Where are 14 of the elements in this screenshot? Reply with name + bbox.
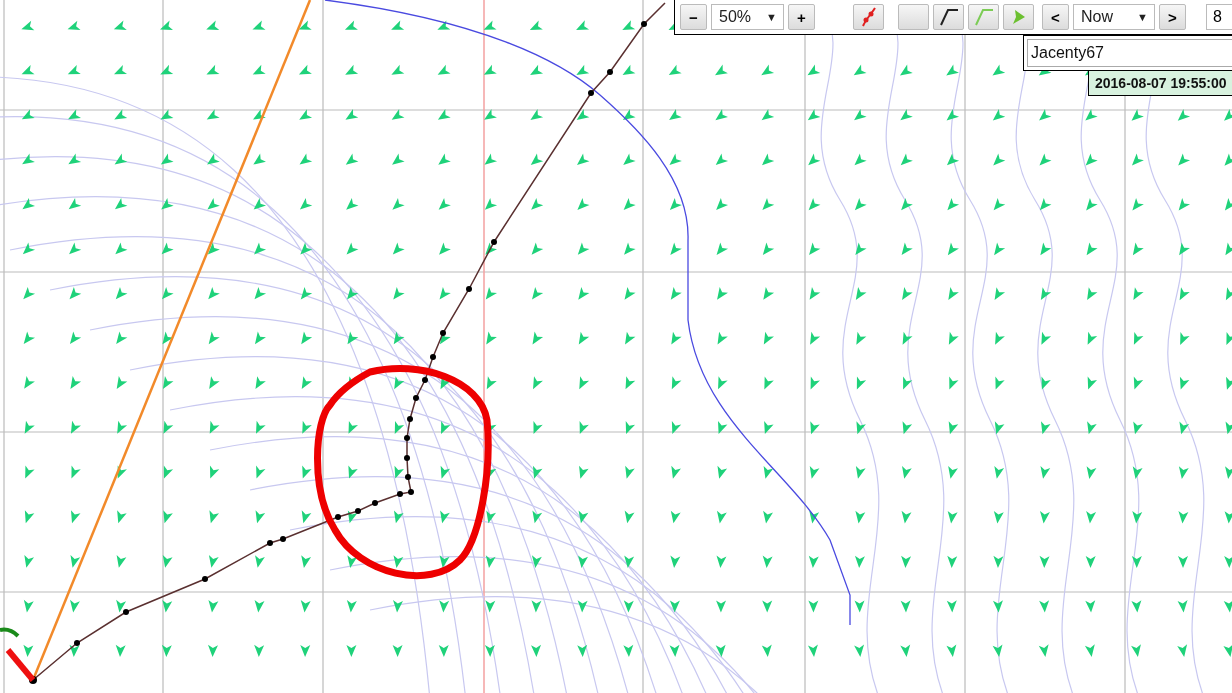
input-field[interactable]: 8 <box>1206 4 1232 30</box>
zoom-select[interactable]: 50% ▼ <box>711 4 784 30</box>
zoom-in-button[interactable]: + <box>788 4 815 30</box>
time-select[interactable]: Now ▼ <box>1073 4 1155 30</box>
zoom-out-button[interactable]: − <box>680 4 707 30</box>
line-icon <box>973 8 994 26</box>
timestamp-label: 2016-08-07 19:55:00 <box>1088 70 1232 96</box>
line-icon <box>938 8 959 26</box>
next-button[interactable]: > <box>1159 4 1186 30</box>
previous-button[interactable]: < <box>1042 4 1069 30</box>
route-icon <box>859 7 878 27</box>
boat-name-field[interactable]: Jacenty67 <box>1027 39 1232 67</box>
arrow-icon <box>1011 9 1026 25</box>
tool-button[interactable] <box>933 4 964 30</box>
